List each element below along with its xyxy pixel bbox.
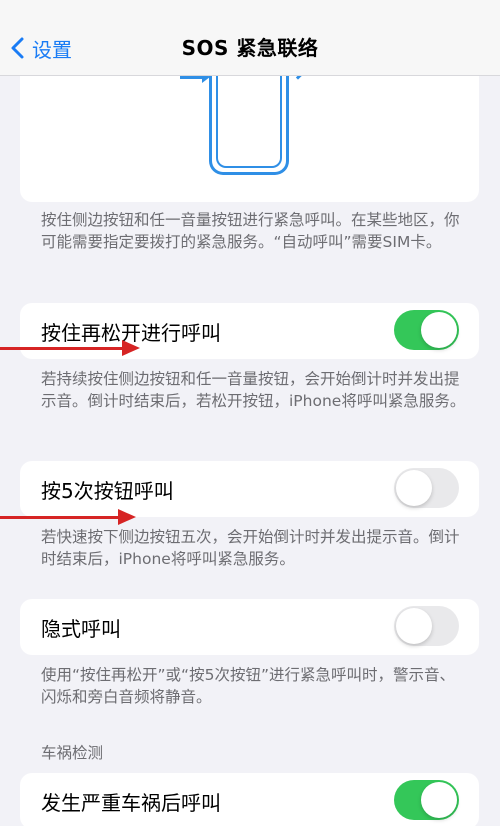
- row-hold-release: 按住再松开进行呼叫: [20, 303, 479, 359]
- navigation-bar: 设置 SOS 紧急联络: [0, 0, 500, 76]
- illustration-card: [20, 62, 479, 202]
- toggle-knob: [396, 608, 432, 644]
- press-five-toggle[interactable]: [394, 468, 459, 508]
- row-silent-call-label: 隐式呼叫: [41, 617, 121, 641]
- annotation-arrow-icon: [0, 509, 136, 525]
- hold-release-footnote: 若持续按住侧边按钮和任一音量按钮，会开始倒计时并发出提示音。倒计时结束后，若松开…: [41, 370, 466, 410]
- press-five-footnote: 若快速按下侧边按钮五次，会开始倒计时并发出提示音。倒计时结束后，iPhone将呼…: [41, 528, 460, 568]
- row-press-five-label: 按5次按钮呼叫: [41, 479, 174, 503]
- toggle-knob: [396, 470, 432, 506]
- arrow-right-icon: [180, 71, 210, 83]
- row-crash-call: 发生严重车祸后呼叫: [20, 773, 479, 826]
- silent-call-toggle[interactable]: [394, 606, 459, 646]
- toggle-knob: [421, 782, 457, 818]
- annotation-arrow-icon: [0, 340, 140, 356]
- hold-release-toggle[interactable]: [394, 310, 459, 350]
- crash-call-toggle[interactable]: [394, 780, 459, 820]
- toggle-knob: [421, 312, 457, 348]
- section-header-crash-detection: 车祸检测: [41, 744, 104, 762]
- row-crash-call-label: 发生严重车祸后呼叫: [41, 791, 221, 815]
- row-silent-call: 隐式呼叫: [20, 599, 479, 655]
- silent-call-footnote: 使用“按住再松开”或“按5次按钮”进行紧急呼叫时，警示音、闪烁和旁白音频将静音。: [41, 666, 455, 706]
- page-title: SOS 紧急联络: [181, 36, 319, 60]
- row-press-five: 按5次按钮呼叫: [20, 461, 479, 517]
- hold-buttons-footnote: 按住侧边按钮和任一音量按钮进行紧急呼叫。在某些地区，你可能需要指定要拨打的紧急服…: [41, 211, 460, 251]
- phone-illustration-icon: [209, 62, 289, 175]
